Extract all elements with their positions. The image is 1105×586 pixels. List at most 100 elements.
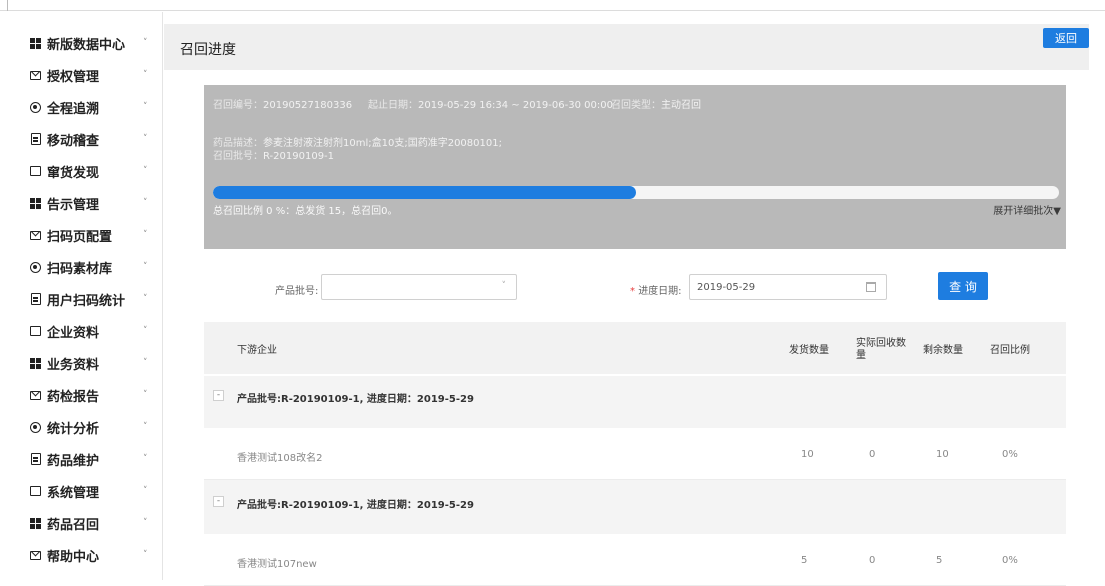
cell-shipped: 5 bbox=[801, 555, 808, 566]
target-icon bbox=[30, 421, 41, 433]
sidebar-item-user-scan-stats[interactable]: 用户扫码统计 ˅ bbox=[0, 283, 163, 315]
recall-progress-fill bbox=[213, 186, 636, 199]
recall-summary: 总召回比例 0 %：总发货 15，总召回0。 bbox=[213, 206, 398, 217]
grid-icon bbox=[30, 357, 41, 369]
recall-info-panel: 召回编号：20190527180336 起止日期：2019-05-29 16:3… bbox=[204, 85, 1066, 249]
cell-remaining: 5 bbox=[936, 555, 943, 566]
sidebar: 新版数据中心 ˅ 授权管理 ˅ 全程追溯 ˅ 移动稽查 ˅ 窜货发现 ˅ 告示管… bbox=[0, 12, 163, 580]
sidebar-item-drug-reports[interactable]: 药检报告 ˅ bbox=[0, 379, 163, 411]
grid-icon bbox=[30, 517, 41, 529]
recall-date-range: 起止日期：2019-05-29 16:34 ~ 2019-06-30 00:00 bbox=[368, 100, 613, 111]
sidebar-item-trace[interactable]: 全程追溯 ˅ bbox=[0, 91, 163, 123]
cell-remaining: 10 bbox=[936, 449, 949, 460]
sidebar-item-notices[interactable]: 告示管理 ˅ bbox=[0, 187, 163, 219]
sidebar-item-label: 扫码页配置 bbox=[47, 229, 113, 245]
chevron-down-icon: ˅ bbox=[143, 102, 148, 112]
col-shipped: 发货数量 bbox=[789, 345, 829, 356]
sidebar-item-business-info[interactable]: 业务资料 ˅ bbox=[0, 347, 163, 379]
sidebar-item-label: 授权管理 bbox=[47, 69, 100, 85]
sidebar-item-authorization[interactable]: 授权管理 ˅ bbox=[0, 59, 163, 91]
chevron-down-icon: ˅ bbox=[143, 134, 148, 144]
sidebar-item-statistics[interactable]: 统计分析 ˅ bbox=[0, 411, 163, 443]
sidebar-item-label: 企业资料 bbox=[47, 325, 100, 341]
sidebar-item-scan-assets[interactable]: 扫码素材库 ˅ bbox=[0, 251, 163, 283]
grid-icon bbox=[30, 197, 41, 209]
chevron-down-icon: ˅ bbox=[143, 358, 148, 368]
chevron-down-icon: ˅ bbox=[143, 38, 148, 48]
chevron-down-icon: ˅ bbox=[143, 390, 148, 400]
mail-icon bbox=[30, 70, 41, 81]
sidebar-item-diversion[interactable]: 窜货发现 ˅ bbox=[0, 155, 163, 187]
col-ratio: 召回比例 bbox=[990, 345, 1030, 356]
sidebar-item-data-center[interactable]: 新版数据中心 ˅ bbox=[0, 27, 163, 59]
batch-group-row: - 产品批号:R-20190109-1, 进度日期：2019-5-29 bbox=[204, 376, 1066, 416]
chevron-down-icon: ˅ bbox=[143, 326, 148, 336]
sidebar-item-label: 用户扫码统计 bbox=[47, 293, 126, 309]
sidebar-item-label: 扫码素材库 bbox=[47, 261, 113, 277]
sidebar-item-label: 统计分析 bbox=[47, 421, 100, 437]
table-row: 香港测试107new 5 0 5 0% bbox=[204, 534, 1066, 586]
chevron-down-icon: ˅ bbox=[143, 486, 148, 496]
back-button[interactable]: 返回 bbox=[1043, 28, 1089, 48]
mail-icon bbox=[30, 550, 41, 561]
recall-progress-bar bbox=[213, 186, 1059, 199]
document-icon bbox=[30, 293, 41, 305]
chevron-down-icon: ˅ bbox=[143, 454, 148, 464]
col-recovered: 实际回收数量 bbox=[856, 338, 906, 361]
document-icon bbox=[30, 453, 41, 465]
sidebar-item-help[interactable]: 帮助中心 ˅ bbox=[0, 539, 163, 571]
batch-select[interactable]: ˅ bbox=[321, 274, 517, 300]
top-bar bbox=[0, 0, 1105, 11]
collapse-toggle[interactable]: - bbox=[213, 496, 224, 507]
folder-icon bbox=[30, 326, 41, 337]
calendar-icon[interactable] bbox=[866, 282, 876, 292]
sidebar-item-scan-page-config[interactable]: 扫码页配置 ˅ bbox=[0, 219, 163, 251]
chevron-down-icon: ˅ bbox=[143, 230, 148, 240]
table-header: 下游企业 发货数量 实际回收数量 剩余数量 召回比例 bbox=[204, 322, 1066, 374]
sidebar-item-label: 业务资料 bbox=[47, 357, 100, 373]
expand-batch-details-link[interactable]: 展开详细批次▼ bbox=[993, 202, 1061, 217]
progress-date-value: 2019-05-29 bbox=[697, 282, 756, 293]
chevron-down-icon: ˅ bbox=[143, 166, 148, 176]
sidebar-item-label: 系统管理 bbox=[47, 485, 100, 501]
target-icon bbox=[30, 101, 41, 113]
window-edge bbox=[7, 0, 8, 11]
chevron-down-icon: ˅ bbox=[143, 422, 148, 432]
cell-recovered: 0 bbox=[869, 555, 876, 566]
sidebar-item-label: 新版数据中心 bbox=[47, 37, 126, 53]
sidebar-item-mobile-inspection[interactable]: 移动稽查 ˅ bbox=[0, 123, 163, 155]
chevron-down-icon: ˅ bbox=[143, 70, 148, 80]
sidebar-item-label: 窜货发现 bbox=[47, 165, 100, 181]
recall-batch: 召回批号：R-20190109-1 bbox=[213, 151, 335, 162]
cell-company: 香港测试107new bbox=[237, 559, 317, 570]
sidebar-item-system[interactable]: 系统管理 ˅ bbox=[0, 475, 163, 507]
required-mark: * bbox=[630, 286, 635, 297]
chevron-down-icon: ˅ bbox=[143, 550, 148, 560]
recall-number: 召回编号：20190527180336 bbox=[213, 100, 353, 111]
sidebar-item-label: 药品召回 bbox=[47, 517, 100, 533]
grid-icon bbox=[30, 37, 41, 49]
batch-filter-label: 产品批号: bbox=[275, 286, 319, 297]
page-header: 召回进度 bbox=[164, 24, 1089, 70]
chevron-down-icon: ˅ bbox=[143, 518, 148, 528]
chevron-down-icon: ˅ bbox=[143, 198, 148, 208]
target-icon bbox=[30, 261, 41, 273]
cell-company: 香港测试108改名2 bbox=[237, 453, 323, 464]
sidebar-item-drug-recall[interactable]: 药品召回 ˅ bbox=[0, 507, 163, 539]
progress-date-input[interactable]: 2019-05-29 bbox=[689, 274, 887, 300]
chevron-down-icon: ˅ bbox=[501, 281, 507, 291]
collapse-toggle[interactable]: - bbox=[213, 390, 224, 401]
sidebar-item-drug-maintenance[interactable]: 药品维护 ˅ bbox=[0, 443, 163, 475]
sidebar-item-company-info[interactable]: 企业资料 ˅ bbox=[0, 315, 163, 347]
batch-group-label: 产品批号:R-20190109-1, 进度日期：2019-5-29 bbox=[237, 394, 474, 405]
row-spacer bbox=[204, 522, 1066, 534]
query-button[interactable]: 查 询 bbox=[938, 272, 988, 300]
page-title: 召回进度 bbox=[180, 42, 236, 58]
recall-type: 召回类型：主动召回 bbox=[611, 100, 701, 111]
mail-icon bbox=[30, 230, 41, 241]
sidebar-item-label: 药检报告 bbox=[47, 389, 100, 405]
folder-icon bbox=[30, 166, 41, 177]
batch-group-row: - 产品批号:R-20190109-1, 进度日期：2019-5-29 bbox=[204, 482, 1066, 522]
cell-recovered: 0 bbox=[869, 449, 876, 460]
chevron-down-icon: ˅ bbox=[143, 262, 148, 272]
